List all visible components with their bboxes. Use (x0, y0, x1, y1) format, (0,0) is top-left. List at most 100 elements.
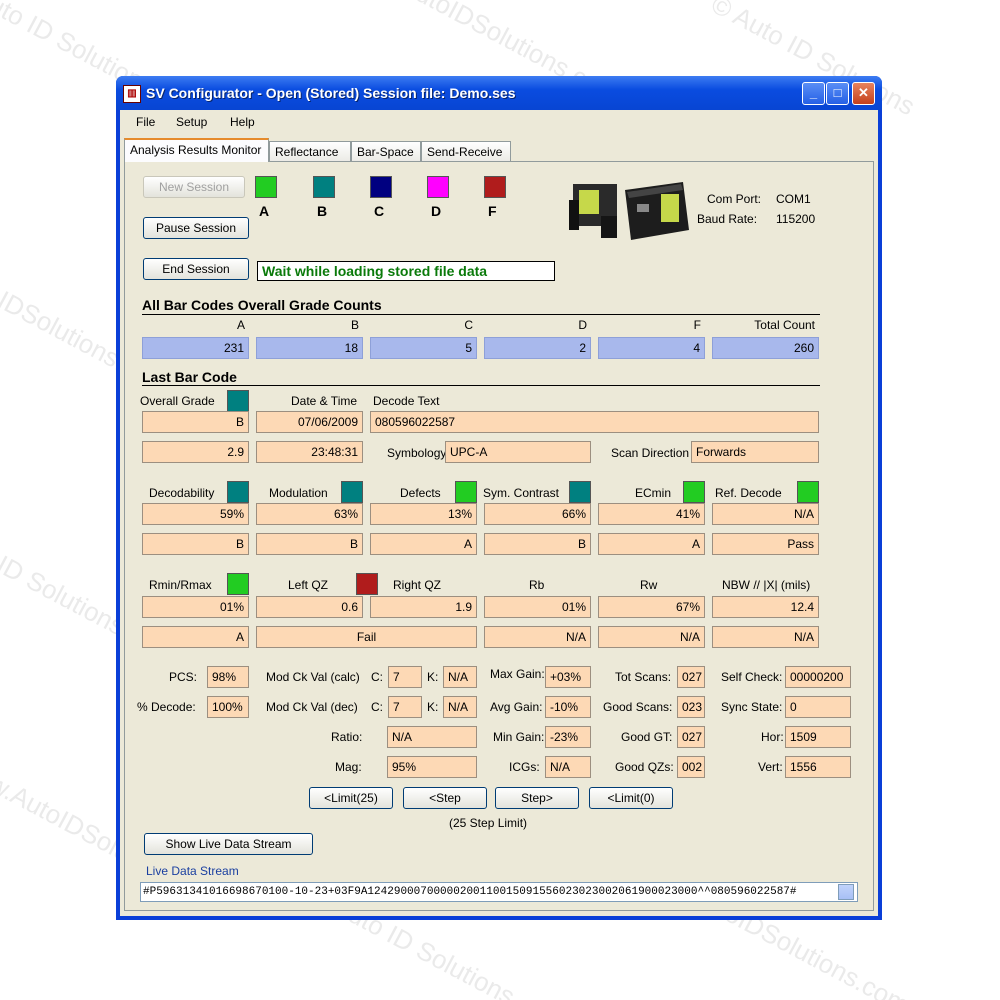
menu-setup[interactable]: Setup (176, 115, 207, 129)
right-qz-value: 1.9 (370, 596, 477, 618)
ratio-label: Ratio: (331, 730, 363, 744)
grade-swatch (255, 176, 277, 198)
tab-send-receive[interactable]: Send-Receive (421, 141, 511, 161)
param-label: Modulation (269, 486, 328, 500)
modck-dec-k-field: N/A (443, 696, 477, 718)
self-check-label: Self Check: (721, 670, 783, 684)
scan-direction-label: Scan Direction (611, 446, 690, 460)
title-bar[interactable]: ▥ SV Configurator - Open (Stored) Sessio… (116, 76, 882, 110)
grade-swatch-label: A (259, 203, 270, 219)
limit-25-button[interactable]: <Limit(25) (309, 787, 393, 809)
param-label: Defects (400, 486, 441, 500)
menu-bar: File Setup Help (120, 110, 878, 134)
grade-swatch (370, 176, 392, 198)
modck-dec-k-label: K: (427, 700, 439, 714)
param-grade: B (142, 533, 249, 555)
tab-analysis-results-monitor[interactable]: Analysis Results Monitor (124, 138, 269, 162)
param-grade: B (256, 533, 363, 555)
pcs-label: PCS: (169, 670, 198, 684)
last-bar-code-title: Last Bar Code (142, 369, 237, 385)
modck-dec-c-label: C: (371, 700, 383, 714)
overall-grade-field: B (142, 411, 249, 433)
count-value: 5 (370, 337, 477, 359)
modck-dec-label: Mod Ck Val (dec) (266, 700, 358, 714)
close-button[interactable]: ✕ (852, 82, 875, 105)
param-label: ECmin (635, 486, 672, 500)
param-value: 13% (370, 503, 477, 525)
rmin-rmax-label: Rmin/Rmax (149, 578, 212, 592)
watermark-text: © Auto ID Solutions (0, 509, 130, 642)
rb-label: Rb (529, 578, 545, 592)
tab-bar-space[interactable]: Bar-Space (351, 141, 421, 161)
left-qz-label: Left QZ (288, 578, 329, 592)
baud-rate-label: Baud Rate: (697, 212, 758, 226)
param-grade-swatch (455, 481, 477, 503)
live-data-stream-label: Live Data Stream (146, 864, 239, 878)
avg-gain-label: Avg Gain: (490, 700, 543, 714)
icgs-label: ICGs: (509, 760, 540, 774)
minimize-button[interactable]: _ (802, 82, 825, 105)
param-value: 41% (598, 503, 705, 525)
sync-state-field: 0 (785, 696, 851, 718)
nbw-grade: N/A (712, 626, 819, 648)
good-scans-label: Good Scans: (603, 700, 673, 714)
overall-grade-label: Overall Grade (140, 394, 215, 408)
count-value: 2 (484, 337, 591, 359)
window-client: File Setup Help Analysis Results Monitor… (120, 110, 878, 916)
modck-calc-c-field: 7 (388, 666, 422, 688)
pause-session-button[interactable]: Pause Session (143, 217, 249, 239)
menu-help[interactable]: Help (230, 115, 255, 129)
step-back-button[interactable]: <Step (403, 787, 487, 809)
date-time-label: Date & Time (291, 394, 358, 408)
divider (142, 385, 820, 386)
good-qzs-label: Good QZs: (615, 760, 674, 774)
left-qz-value: 0.6 (256, 596, 363, 618)
param-grade: A (370, 533, 477, 555)
rb-grade: N/A (484, 626, 591, 648)
rmin-rmax-grade: A (142, 626, 249, 648)
tab-reflectance[interactable]: Reflectance (269, 141, 351, 161)
grade-swatch (484, 176, 506, 198)
nbw-label: NBW // |X| (mils) (722, 578, 811, 592)
rmin-rmax-swatch (227, 573, 249, 595)
param-value: N/A (712, 503, 819, 525)
max-gain-field: +03% (545, 666, 591, 688)
analysis-panel: New Session Pause Session End Session AB… (124, 161, 874, 911)
param-grade-swatch (683, 481, 705, 503)
good-qzs-field: 002 (677, 756, 705, 778)
limit-0-button[interactable]: <Limit(0) (589, 787, 673, 809)
sync-state-label: Sync State: (721, 700, 783, 714)
end-session-button[interactable]: End Session (143, 258, 249, 280)
decode-percent-label: % Decode: (137, 700, 196, 714)
param-grade: Pass (712, 533, 819, 555)
new-session-button[interactable]: New Session (143, 176, 245, 198)
count-header: D (578, 318, 587, 332)
menu-file[interactable]: File (136, 115, 155, 129)
tot-scans-label: Tot Scans: (615, 670, 672, 684)
self-check-field: 00000200 (785, 666, 851, 688)
live-data-stream-field[interactable]: #P59631341016698670100-10-23+03F9A124290… (140, 882, 858, 902)
overall-counts-title: All Bar Codes Overall Grade Counts (142, 297, 382, 313)
decode-text-field: 080596022587 (370, 411, 819, 433)
param-grade-swatch (227, 481, 249, 503)
hor-field: 1509 (785, 726, 851, 748)
decode-percent-field: 100% (207, 696, 249, 718)
grade-swatch (427, 176, 449, 198)
ratio-field: N/A (387, 726, 477, 748)
maximize-button[interactable]: □ (826, 82, 849, 105)
param-grade: A (598, 533, 705, 555)
rw-grade: N/A (598, 626, 705, 648)
vert-label: Vert: (758, 760, 783, 774)
grade-swatch-label: F (488, 203, 497, 219)
count-value: 260 (712, 337, 819, 359)
decode-text-label: Decode Text (373, 394, 440, 408)
param-label: Decodability (149, 486, 215, 500)
grade-swatch (313, 176, 335, 198)
show-live-data-stream-button[interactable]: Show Live Data Stream (144, 833, 313, 855)
grade-swatch-label: B (317, 203, 328, 219)
overall-grade-swatch (227, 390, 249, 412)
scroll-icon[interactable] (838, 884, 854, 900)
step-forward-button[interactable]: Step> (495, 787, 579, 809)
param-grade-swatch (341, 481, 363, 503)
app-icon: ▥ (123, 85, 141, 103)
